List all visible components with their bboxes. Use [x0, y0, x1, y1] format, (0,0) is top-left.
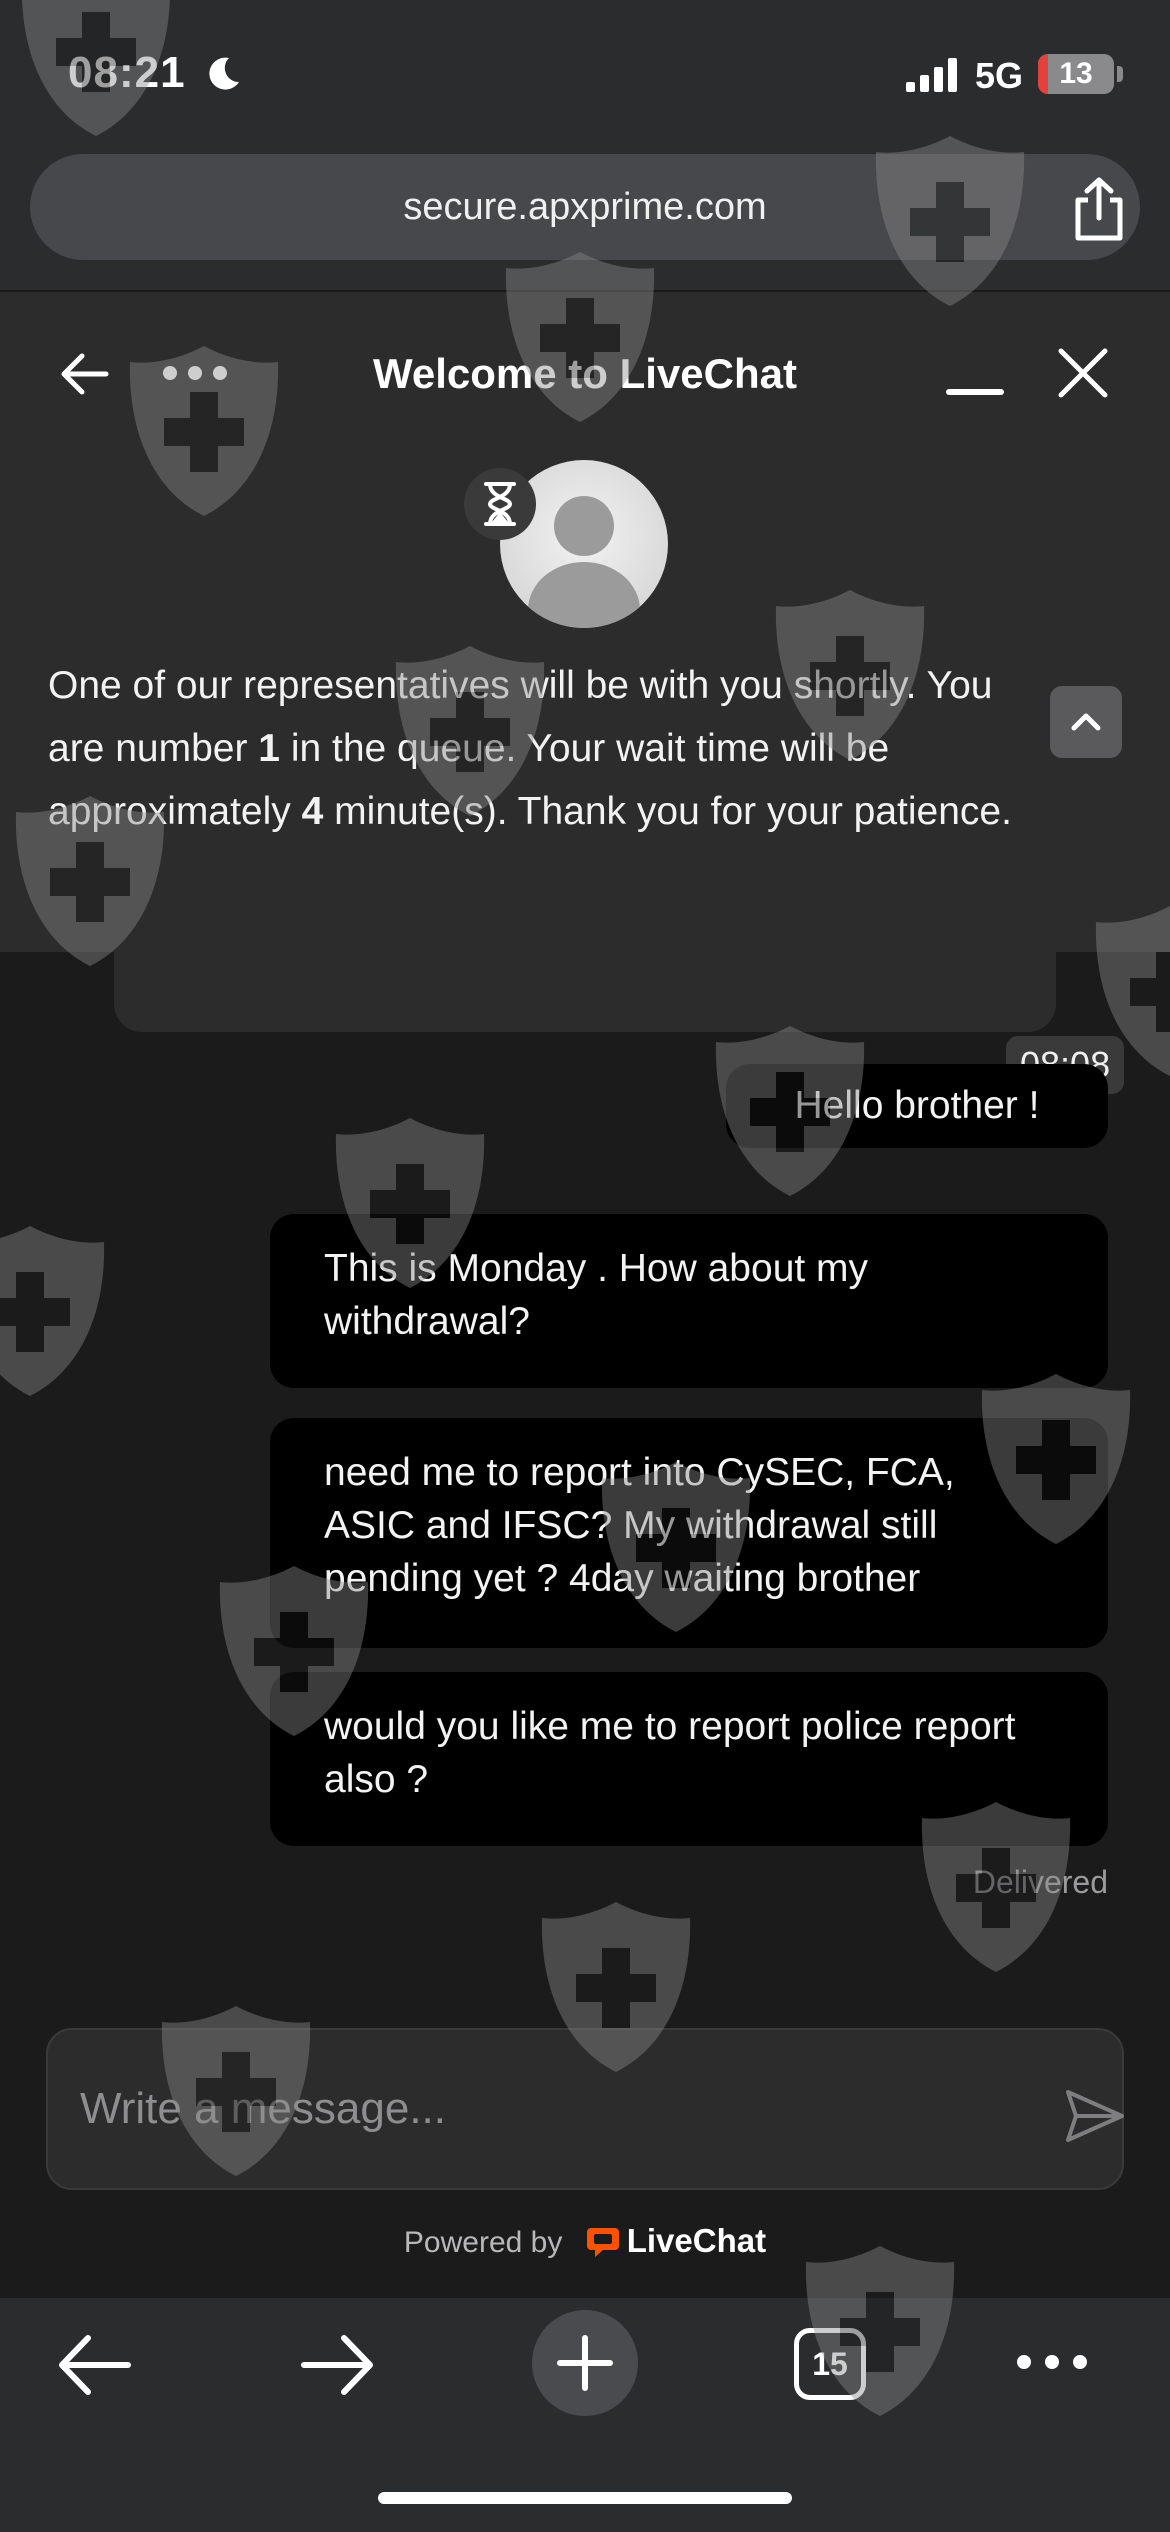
powered-by: Powered by LiveChat — [0, 2222, 1170, 2260]
collapse-button[interactable] — [1050, 686, 1122, 758]
wait-time: 4 — [301, 790, 324, 833]
status-bar: 08:21 5G 13 — [0, 0, 1170, 150]
queue-text-part: minute(s). Thank you for your patience. — [323, 790, 1012, 833]
queue-position: 1 — [258, 727, 280, 770]
plus-icon — [557, 2335, 613, 2391]
message-bubble[interactable]: Hello brother ! — [726, 1064, 1108, 1148]
signal-icon — [906, 58, 957, 92]
moon-icon — [209, 57, 239, 90]
forward-arrow-icon[interactable] — [300, 2332, 376, 2398]
message-placeholder: Write a message... — [80, 2084, 446, 2133]
message-bubble[interactable]: would you like me to report police repor… — [270, 1672, 1108, 1846]
send-icon[interactable] — [1064, 2088, 1126, 2144]
battery-nub — [1117, 66, 1123, 82]
chat-header: Welcome to LiveChat One of our represent… — [0, 292, 1170, 952]
clock: 08:21 — [68, 48, 186, 97]
previous-message-bubble — [114, 922, 1056, 1032]
tabs-button[interactable]: 15 — [794, 2328, 866, 2400]
more-icon[interactable] — [1014, 2350, 1090, 2374]
message-bubble[interactable]: This is Monday . How about my withdrawal… — [270, 1214, 1108, 1388]
composer: Write a message... Powered by LiveChat — [0, 2022, 1170, 2298]
battery-level: 13 — [1059, 57, 1093, 90]
message-input[interactable]: Write a message... — [46, 2028, 1124, 2190]
queue-badge — [464, 468, 536, 540]
url-text: secure.apxprime.com — [403, 186, 767, 228]
back-arrow-icon[interactable] — [56, 2332, 132, 2398]
livechat-brand[interactable]: LiveChat — [627, 2222, 766, 2259]
minimize-icon[interactable] — [946, 354, 1004, 396]
delivery-status: Delivered — [972, 1864, 1108, 1900]
address-bar[interactable]: secure.apxprime.com — [30, 154, 1140, 260]
home-indicator[interactable] — [378, 2492, 792, 2504]
message-bubble[interactable]: need me to report into CySEC, FCA, ASIC … — [270, 1418, 1108, 1648]
network-type: 5G — [975, 55, 1024, 96]
queue-message: One of our representatives will be with … — [48, 654, 1038, 843]
hourglass-icon — [484, 482, 516, 526]
new-tab-button[interactable] — [532, 2310, 638, 2416]
share-icon[interactable] — [1068, 176, 1130, 242]
powered-by-label: Powered by — [403, 2226, 563, 2259]
close-icon[interactable] — [1056, 346, 1110, 400]
livechat-logo-icon — [586, 2228, 619, 2257]
chevron-up-icon — [1071, 713, 1101, 731]
browser-address-area: secure.apxprime.com — [0, 150, 1170, 292]
message-list[interactable]: 08:08 Hello brother ! This is Monday . H… — [0, 922, 1170, 2022]
battery-icon: 13 — [1038, 54, 1114, 94]
